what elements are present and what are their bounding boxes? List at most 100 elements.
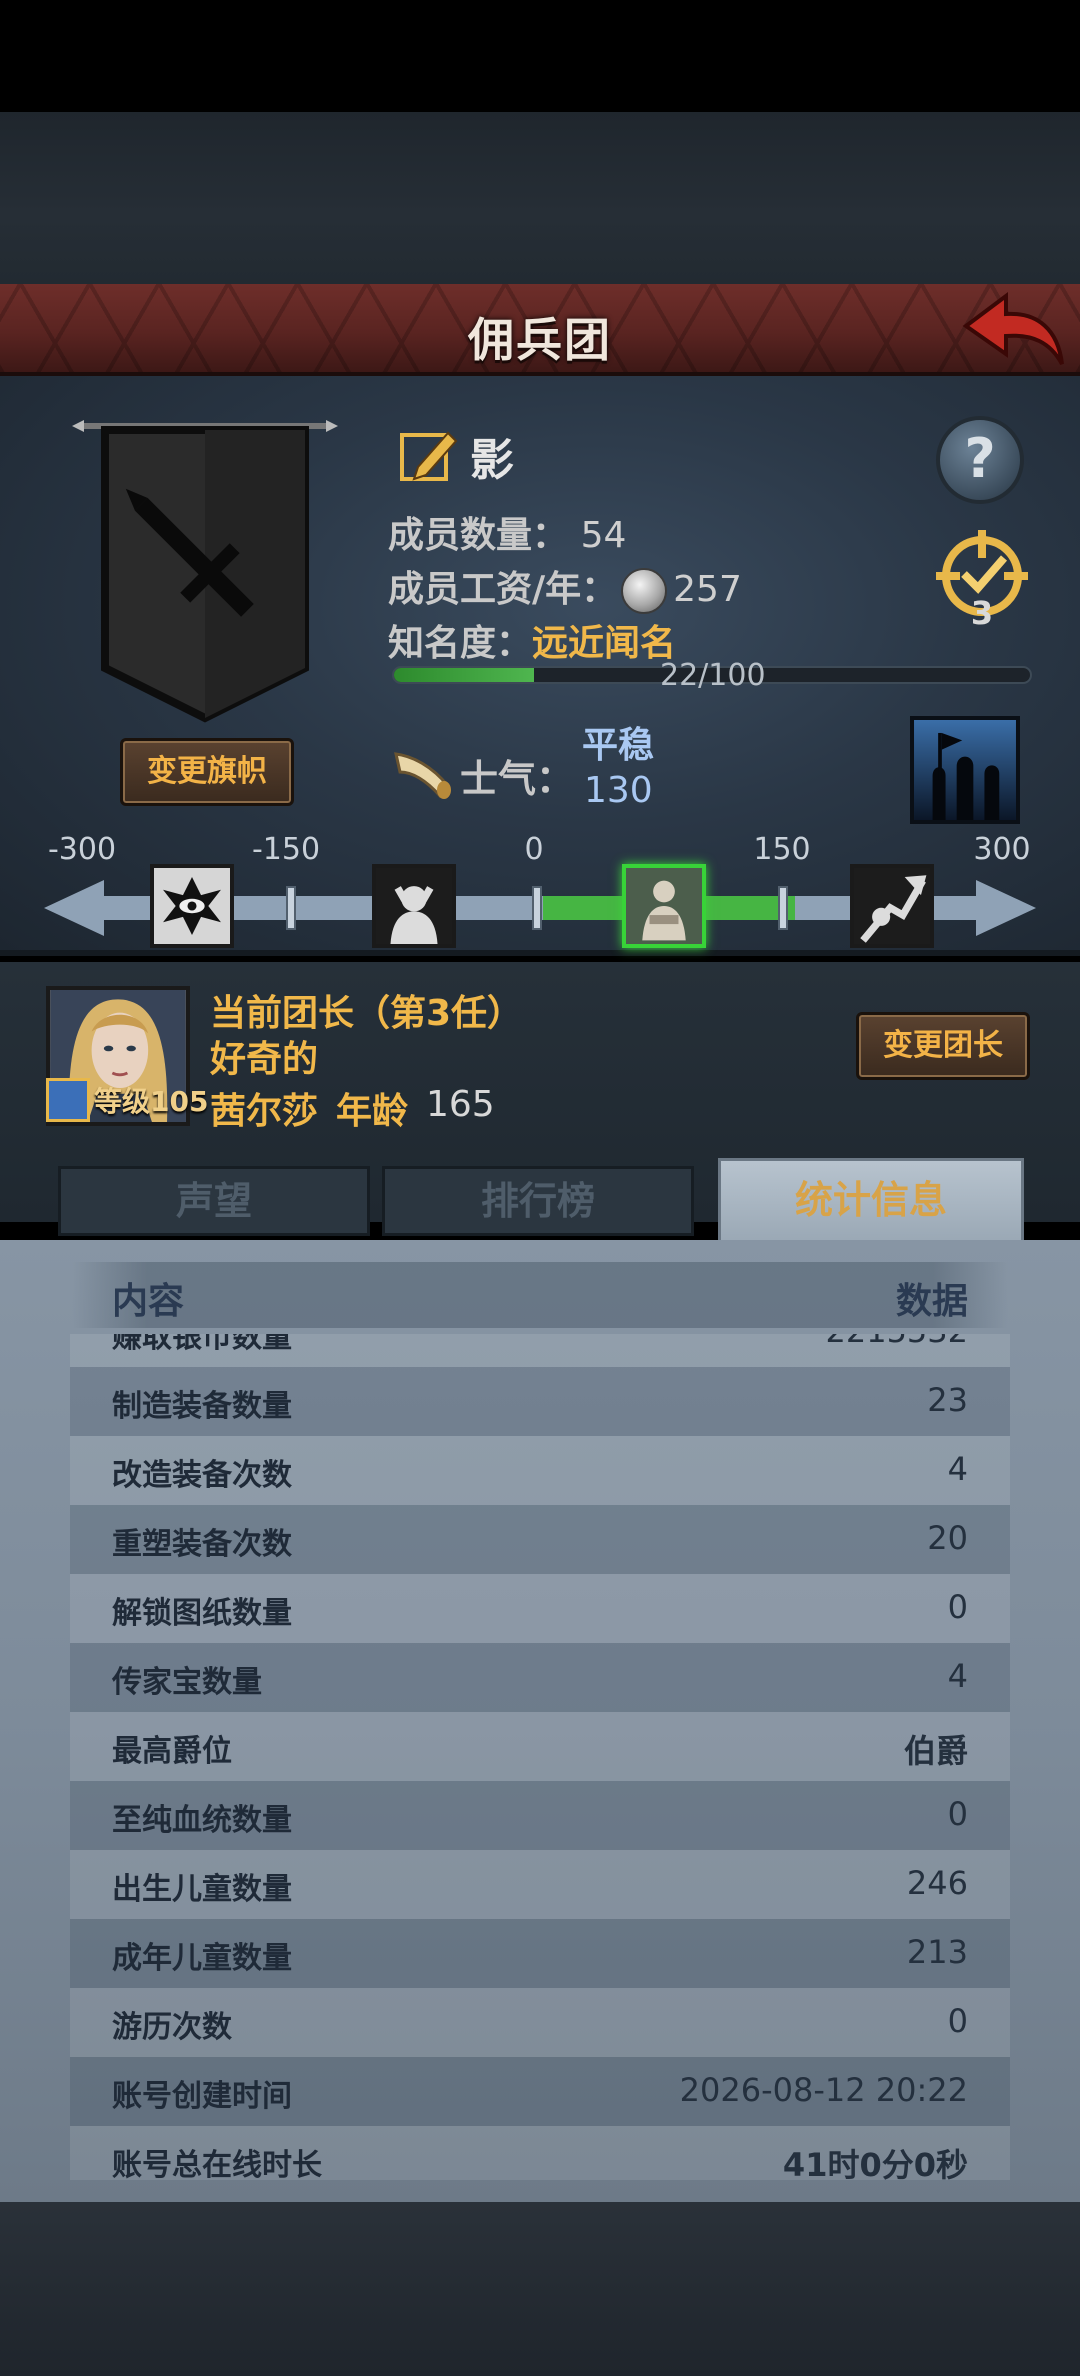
stat-value: 213 [906, 1933, 968, 1971]
stat-key: 解锁图纸数量 [112, 1596, 292, 1631]
scale-label: 0 [524, 832, 544, 867]
stat-value: 4 [947, 1450, 968, 1488]
silver-coin-icon [621, 568, 668, 614]
stats-header: 内容 数据 [72, 1262, 1008, 1328]
stat-key: 传家宝数量 [112, 1665, 262, 1700]
salary-value: 257 [673, 569, 742, 610]
table-row: 制造装备数量 23 [70, 1367, 1010, 1436]
statistics-panel: 内容 数据 赚取银币数量 2215532 制造装备数量 23 改造装备次数 4 … [0, 1240, 1080, 2202]
page-title: 佣兵团 [468, 313, 612, 367]
despair-icon[interactable] [372, 864, 456, 948]
table-row: 赚取银币数量 2215532 [70, 1334, 1010, 1367]
table-row: 至纯血统数量 0 [70, 1781, 1010, 1850]
leader-level: 等级105 [46, 1074, 208, 1126]
stats-header-data: 数据 [895, 1281, 968, 1322]
stat-key: 最高爵位 [112, 1734, 232, 1769]
scale-label: 300 [973, 832, 1031, 867]
stat-value: 0 [947, 2002, 968, 2040]
fame-label: 知名度： [388, 623, 533, 664]
table-row: 改造装备次数 4 [70, 1436, 1010, 1505]
stat-key: 账号创建时间 [112, 2079, 292, 2114]
back-arrow-icon[interactable] [958, 290, 1068, 370]
stat-value: 2215532 [825, 1334, 968, 1350]
stat-value: 23 [927, 1381, 968, 1419]
leader-age-label: 年龄 [336, 1091, 409, 1132]
member-count-line: 成员数量： 54 [388, 506, 626, 558]
table-row: 重塑装备次数 20 [70, 1505, 1010, 1574]
morale-value: 130 [584, 770, 653, 811]
leader-level-text: 等级105 [94, 1085, 209, 1118]
change-leader-button[interactable]: 变更团长 [856, 1012, 1030, 1080]
table-row: 最高爵位 伯爵 [70, 1712, 1010, 1781]
morale-scale: -300 -150 0 150 300 [44, 832, 1036, 954]
leader-age-value: 165 [426, 1084, 495, 1125]
stat-value: 2026-08-12 20:22 [679, 2071, 968, 2109]
fame-progress-text: 22/100 [660, 658, 766, 693]
table-row: 账号创建时间 2026-08-12 20:22 [70, 2057, 1010, 2126]
leader-title: 当前团长（第3任） [210, 993, 524, 1034]
morale-label: 士气： [460, 757, 575, 801]
army-morale-icon[interactable] [910, 716, 1020, 824]
badge-count: 3 [970, 594, 994, 632]
stat-key: 出生儿童数量 [112, 1872, 292, 1907]
table-row: 传家宝数量 4 [70, 1643, 1010, 1712]
stat-key: 重塑装备次数 [112, 1527, 292, 1562]
stat-value: 20 [927, 1519, 968, 1557]
scale-label: 150 [753, 832, 811, 867]
salary-line: 成员工资/年： 257 [388, 560, 742, 614]
title-bar: 佣兵团 [0, 284, 1080, 376]
stats-list[interactable]: 赚取银币数量 2215532 制造装备数量 23 改造装备次数 4 重塑装备次数… [70, 1334, 1010, 2180]
stat-key: 账号总在线时长 [112, 2148, 322, 2180]
stat-key: 游历次数 [112, 2010, 232, 2045]
scale-label: -150 [251, 832, 321, 867]
stat-key: 成年儿童数量 [112, 1941, 292, 1976]
scale-tick [778, 886, 788, 930]
fame-progress-fill [394, 668, 534, 682]
status-bar-area [0, 0, 1080, 112]
top-background [0, 112, 1080, 284]
stats-header-content: 内容 [112, 1281, 185, 1322]
guild-info-panel: 变更旗帜 影 成员数量： 54 成员工资/年： 257 知名度：远近闻名 22/1… [0, 376, 1080, 956]
leader-trait: 好奇的 [210, 1039, 319, 1080]
table-row: 游历次数 0 [70, 1988, 1010, 2057]
stat-value: 4 [947, 1657, 968, 1695]
fame-line: 知名度：远近闻名 [388, 614, 676, 666]
table-row: 账号总在线时长 41时0分0秒 [70, 2126, 1010, 2180]
stat-value: 41时0分0秒 [782, 2146, 968, 2180]
table-row: 成年儿童数量 213 [70, 1919, 1010, 1988]
tab-statistics[interactable]: 统计信息 [718, 1158, 1024, 1242]
leader-name: 茜尔莎 [210, 1091, 319, 1132]
member-count-value: 54 [580, 515, 627, 556]
stat-key: 制造装备数量 [112, 1389, 292, 1424]
help-button[interactable]: ? [936, 416, 1024, 504]
morale-state: 平稳 [582, 725, 655, 766]
tab-bar: 声望 排行榜 统计信息 [46, 1158, 1032, 1242]
table-row: 解锁图纸数量 0 [70, 1574, 1010, 1643]
calm-icon[interactable] [622, 864, 706, 948]
fame-level: 远近闻名 [532, 623, 677, 664]
edit-name-icon[interactable] [398, 425, 460, 487]
stat-key: 至纯血统数量 [112, 1803, 292, 1838]
guild-banner [72, 420, 338, 723]
change-banner-button[interactable]: 变更旗帜 [120, 738, 294, 806]
stat-value: 0 [947, 1588, 968, 1626]
horn-icon [394, 752, 451, 799]
salary-label: 成员工资/年： [388, 569, 618, 610]
stat-value: 伯爵 [903, 1732, 968, 1770]
stat-key: 赚取银币数量 [112, 1334, 292, 1355]
guild-name-row: 影 [398, 424, 514, 488]
stat-value: 246 [906, 1864, 968, 1902]
stat-value: 0 [947, 1795, 968, 1833]
scale-tick [286, 886, 296, 930]
member-count-label: 成员数量： [388, 515, 569, 556]
inspired-icon[interactable] [850, 864, 934, 948]
scale-tick [532, 886, 542, 930]
bottom-background [0, 2202, 1080, 2376]
guild-name: 影 [470, 435, 514, 486]
tab-ranking[interactable]: 排行榜 [382, 1166, 694, 1236]
eye-icon[interactable] [150, 864, 234, 948]
tab-reputation[interactable]: 声望 [58, 1166, 370, 1236]
scale-label: -300 [47, 832, 117, 867]
sword-class-icon [46, 1078, 90, 1122]
table-row: 出生儿童数量 246 [70, 1850, 1010, 1919]
